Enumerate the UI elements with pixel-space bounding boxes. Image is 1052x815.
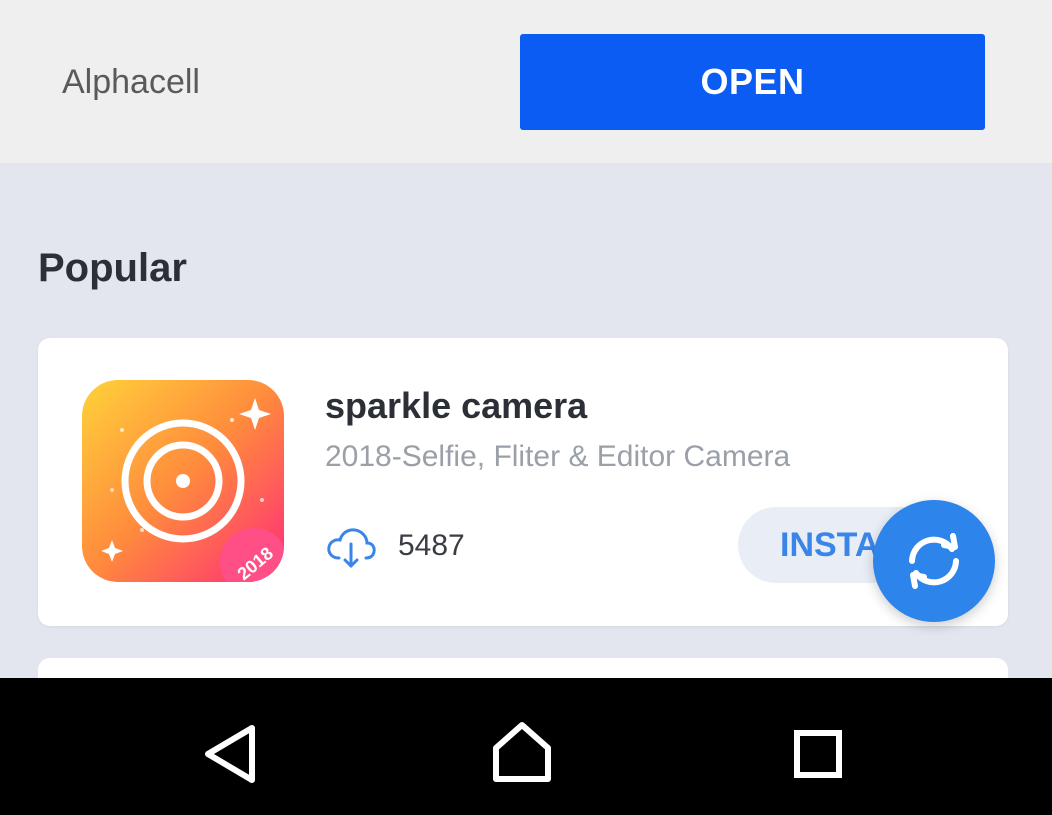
app-name: Alphacell [62, 63, 200, 101]
open-button[interactable]: OPEN [520, 34, 985, 130]
top-bar: Alphacell OPEN [0, 0, 1052, 163]
refresh-icon [909, 533, 959, 589]
home-icon [493, 722, 551, 782]
system-nav-bar [0, 678, 1052, 815]
section-title: Popular [38, 246, 187, 290]
app-card[interactable]: 2018 sparkle camera 2018-Selfie, Fliter … [38, 338, 1008, 626]
download-count: 5487 [398, 529, 465, 562]
recents-square-icon [794, 730, 842, 778]
nav-recents-button[interactable] [758, 678, 878, 815]
back-triangle-icon [205, 725, 255, 783]
refresh-fab-button[interactable] [873, 500, 995, 622]
camera-lens-icon: 2018 [82, 380, 284, 582]
nav-home-button[interactable] [462, 678, 582, 815]
cloud-download-icon [325, 526, 377, 570]
app-title: sparkle camera [325, 385, 588, 426]
app-subtitle: 2018-Selfie, Fliter & Editor Camera [325, 440, 791, 473]
nav-back-button[interactable] [172, 678, 292, 815]
